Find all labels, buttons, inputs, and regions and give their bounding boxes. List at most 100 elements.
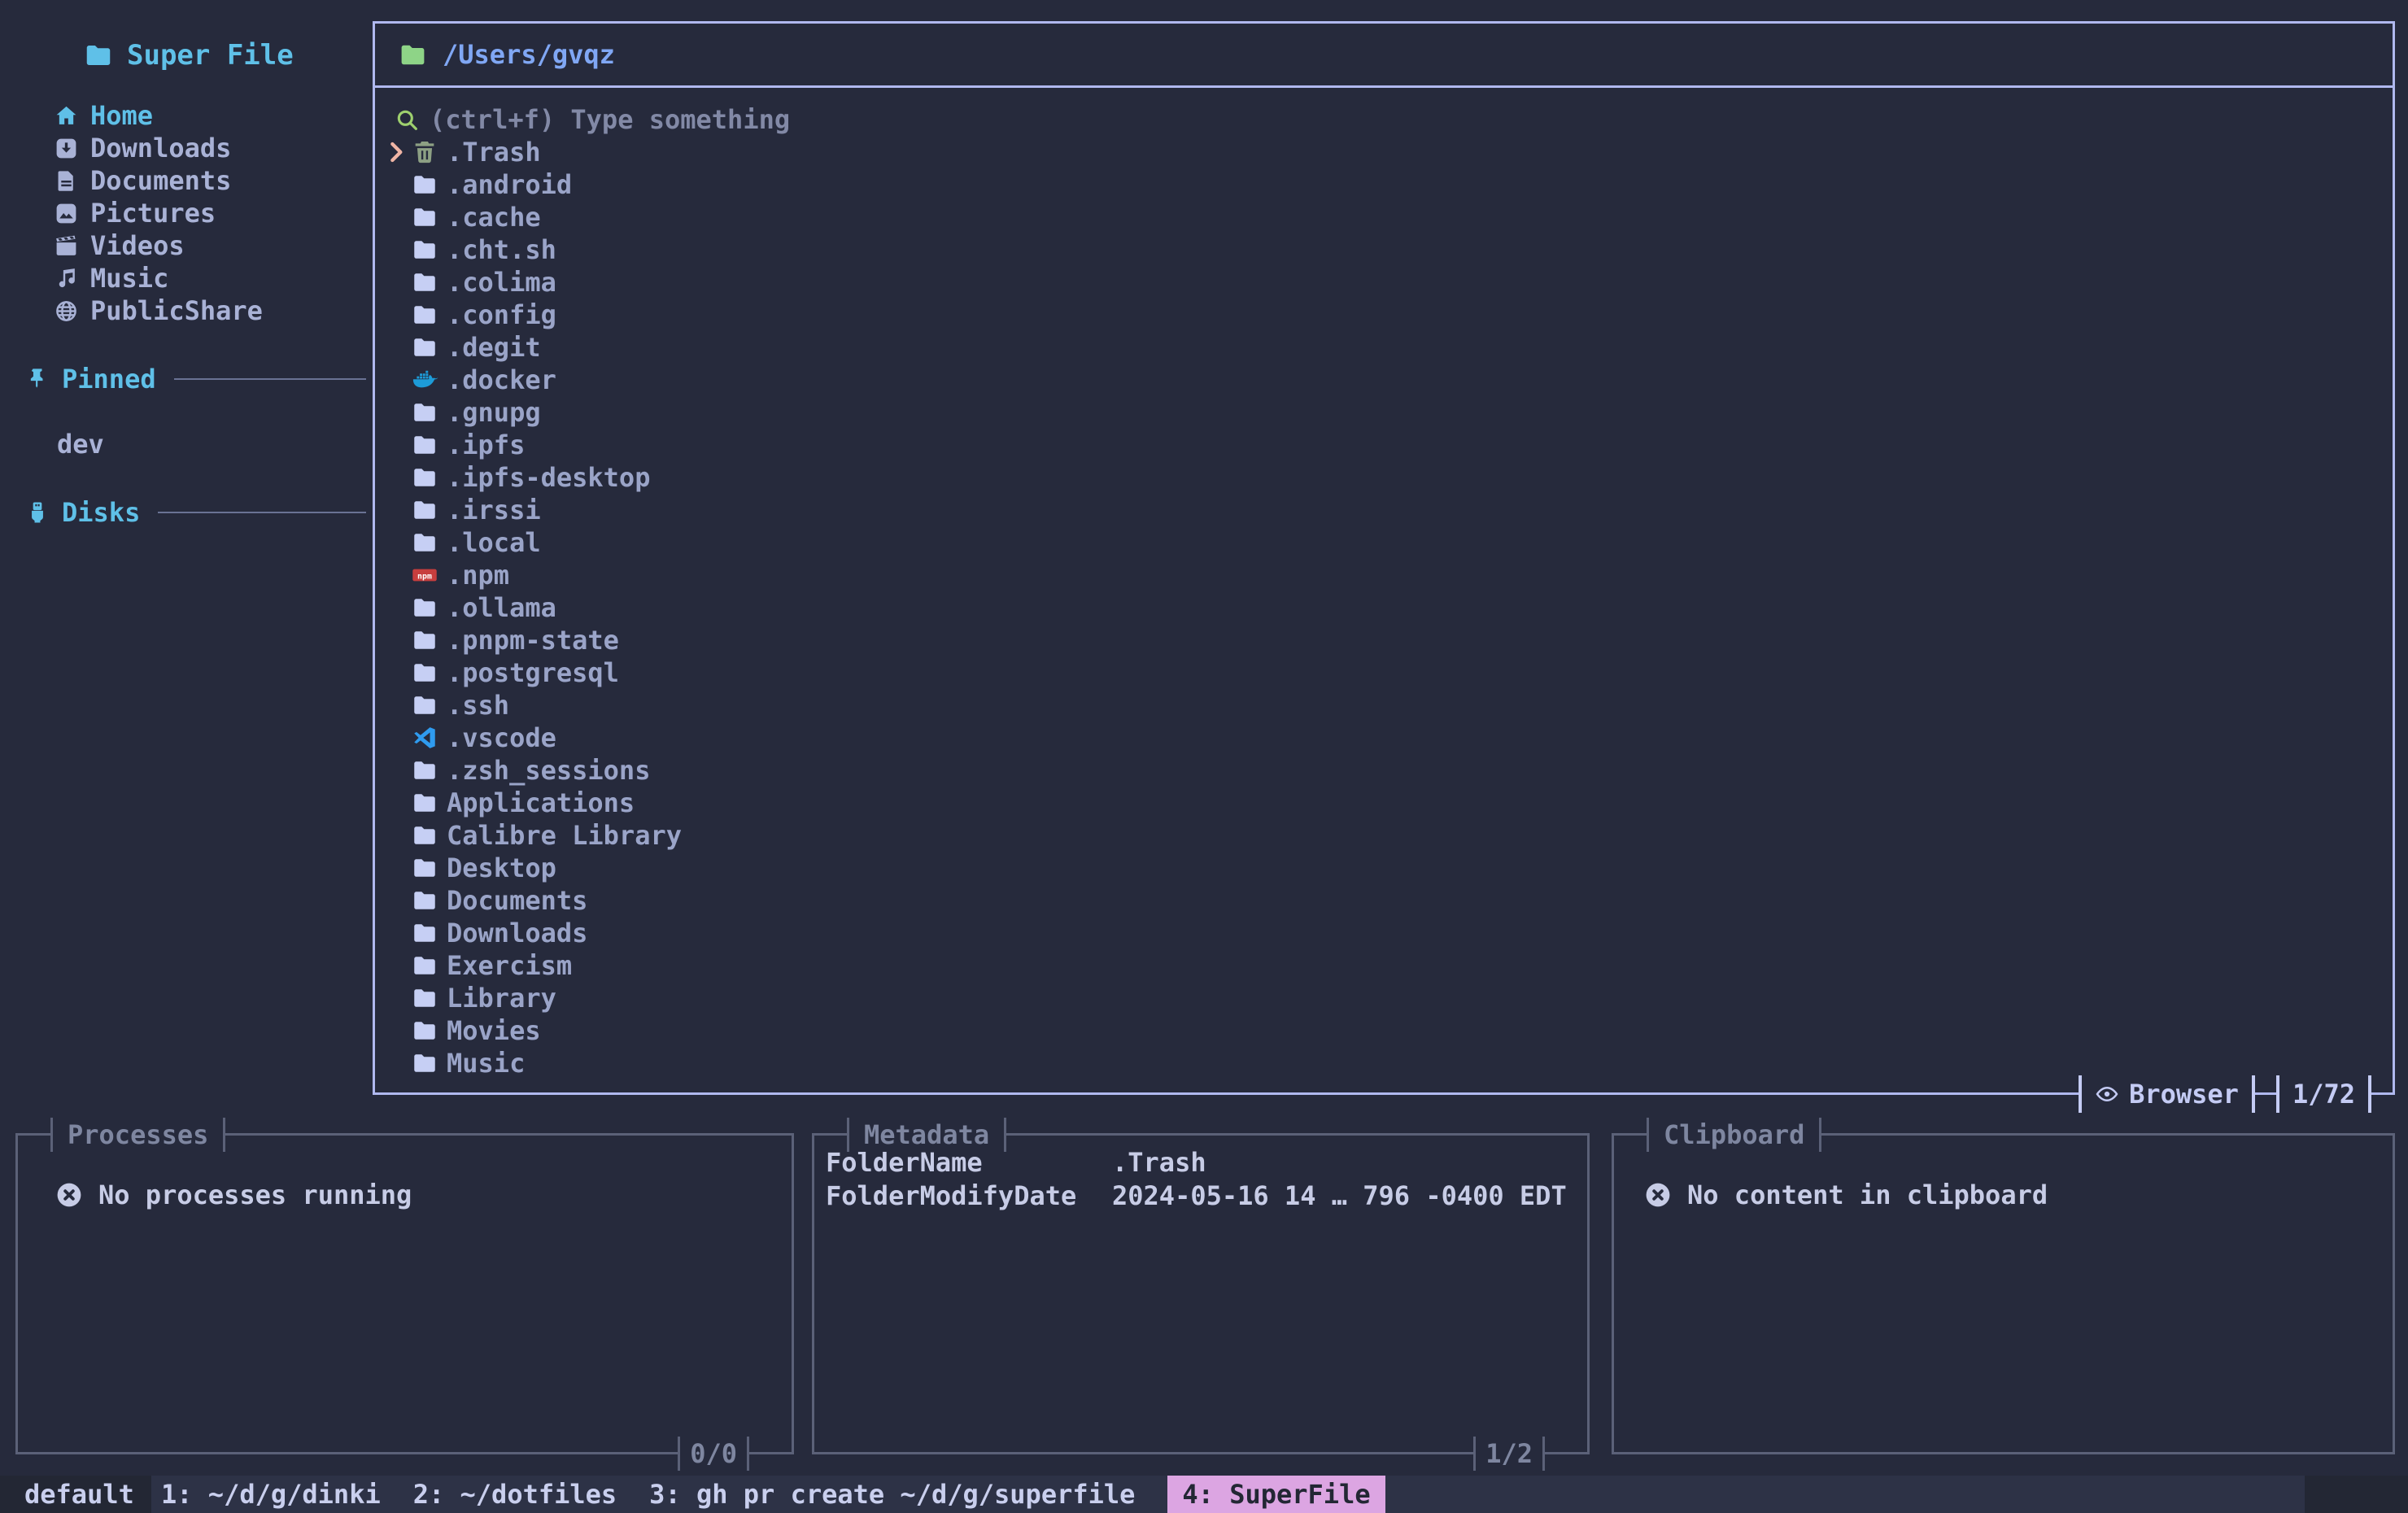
search-input[interactable]: (ctrl+f) Type something	[375, 103, 2393, 136]
file-row[interactable]: .postgresql	[375, 656, 2393, 689]
file-name: .docker	[447, 364, 556, 395]
publicshare-icon	[54, 299, 79, 324]
sidebar-item-videos[interactable]: Videos	[24, 229, 366, 262]
browser-footer: Browser 1/72	[2079, 1075, 2371, 1113]
file-row[interactable]: .irssi	[375, 494, 2393, 526]
tmux-window-list: 1: ~/d/g/dinki 2: ~/dotfiles 3: gh pr crea…	[151, 1476, 2305, 1513]
cursor-spacer	[383, 985, 409, 1011]
file-row[interactable]: Movies	[375, 1014, 2393, 1047]
file-list: .Trash.android.cache.cht.sh.colima.confi…	[375, 136, 2393, 1079]
file-name: .ipfs-desktop	[447, 462, 650, 493]
file-row[interactable]: Downloads	[375, 917, 2393, 949]
cursor-spacer	[383, 627, 409, 653]
music-icon	[54, 266, 79, 291]
tmux-window-2[interactable]: 2: ~/dotfiles	[413, 1479, 617, 1510]
sidebar-item-pictures[interactable]: Pictures	[24, 197, 366, 229]
svg-text:npm: npm	[417, 572, 432, 581]
file-name: Exercism	[447, 950, 572, 981]
file-row[interactable]: Desktop	[375, 852, 2393, 884]
file-row[interactable]: Music	[375, 1047, 2393, 1079]
file-name: .ollama	[447, 592, 556, 623]
path-bar[interactable]: /Users/gvqz	[375, 24, 2393, 88]
file-row[interactable]: .Trash	[375, 136, 2393, 168]
tmux-window-1[interactable]: 1: ~/d/g/dinki	[161, 1479, 381, 1510]
file-row[interactable]: .android	[375, 168, 2393, 201]
clipboard-panel-title: Clipboard	[1647, 1118, 1821, 1152]
sidebar-item-music[interactable]: Music	[24, 262, 366, 294]
processes-empty-message: No processes running	[98, 1179, 412, 1210]
file-name: .zsh_sessions	[447, 755, 650, 786]
file-row[interactable]: .degit	[375, 331, 2393, 364]
file-row[interactable]: .gnupg	[375, 396, 2393, 429]
app-title-label: Super File	[127, 39, 294, 72]
file-name: .pnpm-state	[447, 625, 619, 656]
file-name: Movies	[447, 1015, 541, 1046]
cursor-spacer	[383, 497, 409, 523]
file-row[interactable]: .config	[375, 299, 2393, 331]
sidebar-item-downloads[interactable]: Downloads	[24, 132, 366, 164]
search-placeholder: (ctrl+f) Type something	[430, 104, 790, 135]
sidebar-item-label: PublicShare	[90, 295, 263, 326]
folder-icon	[411, 984, 438, 1012]
x-circle-icon	[1643, 1180, 1673, 1210]
app-folder-icon	[83, 40, 114, 71]
file-row[interactable]: .zsh_sessions	[375, 754, 2393, 787]
sidebar-item-publicshare[interactable]: PublicShare	[24, 294, 366, 327]
path-folder-icon	[398, 40, 428, 70]
processes-panel-title: Processes	[50, 1118, 225, 1152]
pinned-items: dev	[24, 428, 366, 460]
file-row[interactable]: .cache	[375, 201, 2393, 233]
home-icon	[54, 103, 79, 129]
cursor-spacer	[383, 595, 409, 621]
file-row[interactable]: .cht.sh	[375, 233, 2393, 266]
cursor-spacer	[383, 953, 409, 979]
tmux-window-4[interactable]: 4: SuperFile	[1167, 1476, 1385, 1513]
section-item-label: dev	[57, 429, 104, 460]
folder-icon	[411, 691, 438, 719]
pinned-item-dev[interactable]: dev	[24, 428, 366, 460]
file-name: Calibre Library	[447, 820, 682, 851]
sidebar-nav: HomeDownloadsDocumentsPicturesVideosMusi…	[24, 99, 366, 327]
cursor-spacer	[383, 237, 409, 263]
sidebar-item-documents[interactable]: Documents	[24, 164, 366, 197]
file-row[interactable]: Applications	[375, 787, 2393, 819]
processes-panel: Processes No processes running 0/0	[15, 1133, 794, 1454]
videos-icon	[54, 233, 79, 259]
eye-icon	[2095, 1082, 2119, 1106]
file-name: .Trash	[447, 137, 541, 168]
folder-icon	[411, 529, 438, 556]
file-row[interactable]: Exercism	[375, 949, 2393, 982]
cursor-spacer	[383, 887, 409, 913]
tmux-session-name[interactable]: default	[24, 1476, 134, 1513]
folder-icon	[411, 334, 438, 361]
file-row[interactable]: Documents	[375, 884, 2393, 917]
file-name: .ssh	[447, 690, 509, 721]
tmux-window-3[interactable]: 3: gh pr create ~/d/g/superfile	[649, 1479, 1135, 1510]
cursor-spacer	[383, 367, 409, 393]
file-row[interactable]: npm.npm	[375, 559, 2393, 591]
file-row[interactable]: .colima	[375, 266, 2393, 299]
file-row[interactable]: Calibre Library	[375, 819, 2393, 852]
file-name: .cht.sh	[447, 234, 556, 265]
file-row[interactable]: .docker	[375, 364, 2393, 396]
metadata-panel: Metadata FolderName.TrashFolderModifyDat…	[812, 1133, 1590, 1454]
file-row[interactable]: Library	[375, 982, 2393, 1014]
file-row[interactable]: .ipfs-desktop	[375, 461, 2393, 494]
app-title: Super File	[24, 39, 366, 72]
file-row[interactable]: .ssh	[375, 689, 2393, 722]
metadata-value: 2024-05-16 14 … 796 -0400 EDT	[1112, 1180, 1579, 1211]
processes-empty-state: No processes running	[18, 1179, 792, 1211]
file-row[interactable]: .vscode	[375, 722, 2393, 754]
file-row[interactable]: .local	[375, 526, 2393, 559]
metadata-panel-title: Metadata	[847, 1118, 1006, 1152]
file-row[interactable]: .ollama	[375, 591, 2393, 624]
sidebar-item-home[interactable]: Home	[24, 99, 366, 132]
clipboard-empty-state: No content in clipboard	[1614, 1179, 2393, 1211]
file-row[interactable]: .pnpm-state	[375, 624, 2393, 656]
sidebar-item-label: Music	[90, 263, 168, 294]
view-mode-label: Browser	[2129, 1075, 2239, 1113]
clipboard-panel: Clipboard No content in clipboard	[1612, 1133, 2395, 1454]
file-row[interactable]: .ipfs	[375, 429, 2393, 461]
file-name: .cache	[447, 202, 541, 233]
docker-icon	[411, 366, 438, 394]
